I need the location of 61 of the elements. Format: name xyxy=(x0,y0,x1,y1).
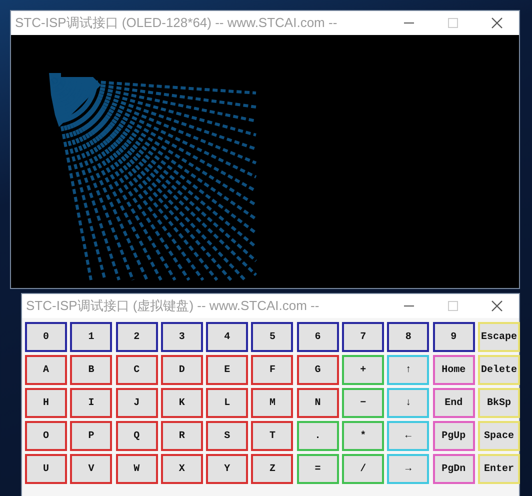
keyboard-key[interactable]: End xyxy=(432,388,475,418)
keyboard-key[interactable]: G xyxy=(296,355,339,385)
keyboard-key[interactable]: W xyxy=(116,454,158,484)
keyboard-key[interactable]: 1 xyxy=(70,322,112,352)
maximize-icon xyxy=(447,300,459,312)
keyboard-key[interactable]: ↓ xyxy=(387,388,430,418)
maximize-icon xyxy=(447,17,459,29)
keyboard-key[interactable]: 5 xyxy=(251,322,294,352)
keyboard-key[interactable]: 6 xyxy=(296,322,339,352)
keyboard-key[interactable]: ← xyxy=(387,421,430,451)
keyboard-key[interactable]: L xyxy=(206,388,248,418)
keyboard-key[interactable]: Q xyxy=(116,421,158,451)
window-title: STC-ISP调试接口 (虚拟键盘) -- www.STCAI.com -- xyxy=(26,297,320,316)
keyboard-key[interactable]: H xyxy=(25,388,67,418)
keyboard-key[interactable]: R xyxy=(160,421,203,451)
keyboard-key[interactable]: Home xyxy=(432,355,475,385)
keyboard-key[interactable]: Y xyxy=(206,454,248,484)
keyboard-key[interactable]: E xyxy=(206,355,248,385)
keyboard-key[interactable]: C xyxy=(116,355,158,385)
window-title: STC-ISP调试接口 (OLED-128*64) -- www.STCAI.com -- xyxy=(15,14,338,32)
keyboard-key[interactable]: N xyxy=(296,388,339,418)
keyboard-key[interactable]: D xyxy=(160,355,203,385)
keyboard-key[interactable]: 4 xyxy=(206,322,248,352)
keyboard-key[interactable]: 2 xyxy=(116,322,158,352)
keyboard-key[interactable]: F xyxy=(251,355,294,385)
keyboard-key[interactable]: − xyxy=(342,388,384,418)
keyboard-key[interactable]: → xyxy=(387,454,430,484)
keyboard-key[interactable]: S xyxy=(206,421,248,451)
keyboard-key[interactable]: Z xyxy=(251,454,294,484)
keyboard-key[interactable]: 7 xyxy=(342,322,384,352)
keyboard-key[interactable]: Escape xyxy=(478,322,520,352)
keyboard-key[interactable]: . xyxy=(296,421,339,451)
keyboard-key[interactable]: 8 xyxy=(387,322,430,352)
keyboard-key[interactable]: V xyxy=(70,454,112,484)
keyboard-key[interactable]: + xyxy=(342,355,384,385)
keyboard-key[interactable]: BkSp xyxy=(478,388,520,418)
keyboard-key[interactable]: 9 xyxy=(432,322,475,352)
keyboard-key[interactable]: ↑ xyxy=(387,355,430,385)
keyboard-key[interactable]: Delete xyxy=(478,355,520,385)
keyboard-key[interactable]: 3 xyxy=(160,322,203,352)
close-icon xyxy=(491,17,503,29)
keyboard-key[interactable]: I xyxy=(70,388,112,418)
keyboard-key[interactable]: J xyxy=(116,388,158,418)
keyboard-key[interactable]: = xyxy=(296,454,339,484)
keyboard-key[interactable]: Enter xyxy=(478,454,520,484)
keyboard-key[interactable]: * xyxy=(342,421,384,451)
keyboard-key[interactable]: PgUp xyxy=(432,421,475,451)
keyboard-key[interactable]: / xyxy=(342,454,384,484)
keyboard-key[interactable]: A xyxy=(25,355,67,385)
keyboard-key[interactable]: T xyxy=(251,421,294,451)
keyboard-key[interactable]: 0 xyxy=(25,322,67,352)
keyboard-key[interactable]: X xyxy=(160,454,203,484)
keyboard-key[interactable]: B xyxy=(70,355,112,385)
keyboard-key[interactable]: P xyxy=(70,421,112,451)
keyboard-key[interactable]: PgDn xyxy=(432,454,475,484)
close-icon xyxy=(491,300,503,312)
keyboard-key[interactable]: M xyxy=(251,388,294,418)
keyboard-key[interactable]: U xyxy=(25,454,67,484)
keyboard-key[interactable]: K xyxy=(160,388,203,418)
keyboard-key[interactable]: Space xyxy=(478,421,520,451)
keyboard-key[interactable]: O xyxy=(25,421,67,451)
